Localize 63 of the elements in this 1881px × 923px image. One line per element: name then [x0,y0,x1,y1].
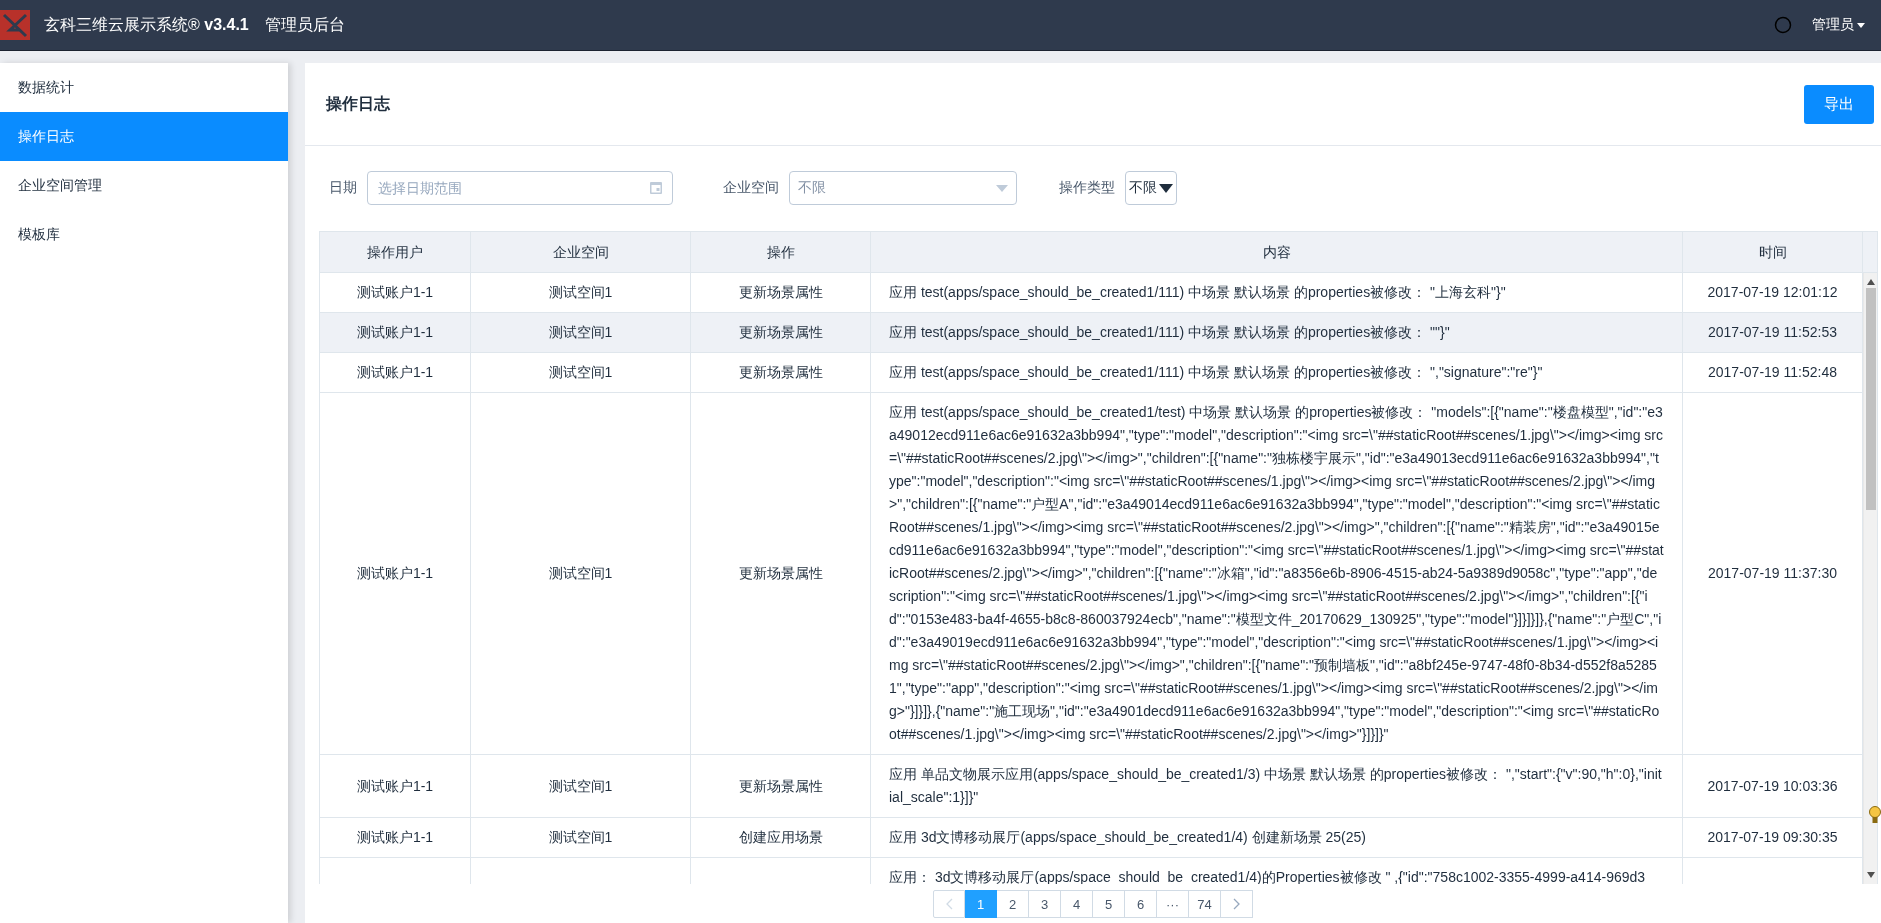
table-row[interactable]: 测试账户1-1 测试空间1 更新场景属性 应用 test(apps/space_should_be_created1/111) 中场景 默认场景 的properties被修改： ""}" 2017-07-19 11:52:53 [320,313,1863,353]
caret-icon [1857,22,1865,28]
table-row[interactable]: 测试账户1-1 测试空间1 更新场景属性 应用 test(apps/space_should_be_created1/111) 中场景 默认场景 的properties被修改： ","signature":"re"}" 2017-07-19 11:52:48 [320,353,1863,393]
table-cell: 测试账户1-1 [320,393,471,754]
table-cell: 更新场景属性 [691,273,871,312]
table-cell: 更新场景属性 [691,393,871,754]
table-cell: 测试空间1 [471,755,691,817]
date-range-field[interactable]: 选择日期范围 [367,171,673,205]
table-cell: 创建应用场景 [691,818,871,857]
scrollbar[interactable] [1863,273,1877,884]
page-button[interactable]: 4 [1061,890,1093,918]
table-cell: 测试账户1-1 [320,273,471,312]
dropdown-arrow-icon [1159,183,1173,193]
scroll-down-icon[interactable] [1866,872,1875,878]
column-header: 内容 [871,232,1683,272]
chevron-right-icon [1233,898,1240,910]
table-cell: 测试空间1 [471,393,691,754]
table-cell: 应用 3d文博移动展厅(apps/space_should_be_created1/4) 创建新场景 25(25) [871,818,1683,857]
table-cell: 应用 test(apps/space_should_be_created1/111) 中场景 默认场景 的properties被修改： "上海玄科"}" [871,273,1683,312]
table-cell: 应用 test(apps/space_should_be_created1/111) 中场景 默认场景 的properties被修改： ""}" [871,313,1683,352]
table-cell: 应用 单品文物展示应用(apps/space_should_be_created1/3) 中场景 默认场景 的properties被修改： ","start":{"v":90,"h":0},"initial_scale":1}]}" [871,755,1683,817]
table-cell: 更新场景属性 [691,353,871,392]
table-row[interactable] [320,393,1863,755]
app-subtitle: 管理员后台 [264,14,345,35]
calendar-icon [649,181,663,195]
user-menu[interactable]: 管理员 [1812,16,1865,34]
filter-label: 日期 [329,179,357,197]
table-cell: 测试空间1 [471,353,691,392]
column-header: 操作用户 [320,232,471,272]
scroll-up-icon[interactable] [1866,279,1875,285]
table-cell: 测试空间1 [471,313,691,352]
table-cell: 应用 test(apps/space_should_be_created1/test) 中场景 默认场景 的properties被修改： "models":[{"name":"楼盘模型","id":"e3a49012ecd911e6ac6e91632a3bb994","type":"model","description":"<img src=\"##staticRoot##scenes/1.jpg\"></img><img src=\"##staticRoot##scenes/2.jpg\"></img>","children":[{"name":"独栋楼宇展示","id":"e3a49013ecd911e6ac6e91632a3bb994","type":"model","description":"<img src=\"##staticRoot##scenes/1.jpg\"></img><img src=\"##staticRoot##scenes/2.jpg\"></img>","children":[{"name":"户型A","id":"e3a49014ecd911e6ac6e91632a3bb994","type":"model","description":"<img src=\"##staticRoot##scenes/1.jpg\"></img><img src=\"##staticRoot##scenes/2.jpg\"></img>","children":[{"name":"精装房","id":"e3a49015ecd911e6ac6e91632a3bb994","type":"model","description":"<img src=\"##staticRoot##scenes/1.jpg\"></img><img src=\"##staticRoot##scenes/2.jpg\"></img>","children":[{"name":"冰箱","id":"a8356e6b-8906-4515-ab24-5a9389d9058c","type":"app","description":"<img src=\"##staticRoot##scenes/1.jpg\"></img><img src=\"##staticRoot##scenes/2.jpg\"></img>","children":[{"id":"0153e483-ba4f-4655-b8c8-860037924ecb","name":"模型文件_20170629_130925","type":"model"}]}]}]},{"name":"户型C","id":"e3a49019ecd911e6ac6e91632a3bb994","type":"model","description":"<img src=\"##staticRoot##scenes/1.jpg\"></img><img src=\"##staticRoot##scenes/2.jpg\"></img>","children":[{"name":"预制墙板","id":"a8bf245e-9747-48f0-8b34-d552f8a52851","type":"app","description":"<img src=\"##staticRoot##scenes/1.jpg\"></img><img src=\"##staticRoot##scenes/2.jpg\"></img>"}]}]},{"name":"施工现场","id":"e3a4901decd911e6ac6e91632a3bb994","type":"model","description":"<img src=\"##staticRoot##scenes/1.jpg\"></img><img src=\"##staticRoot##scenes/2.jpg\"></img>"}]}]}" [871,393,1683,754]
filter-label: 操作类型 [1059,179,1115,197]
sidebar-item[interactable]: 企业空间管理 [0,161,288,210]
dropdown-arrow-icon [996,184,1008,192]
sidebar-item[interactable]: 数据统计 [0,63,288,112]
page-button[interactable]: ··· [1157,890,1189,918]
page-button[interactable]: 6 [1125,890,1157,918]
page-button[interactable]: 2 [997,890,1029,918]
column-header: 企业空间 [471,232,691,272]
type-select[interactable]: 不限 [1125,171,1177,205]
table-cell: 测试账户1-1 [320,755,471,817]
filter-label: 企业空间 [723,179,779,197]
page-title: 操作日志 [326,93,390,114]
sidebar-item[interactable]: 模板库 [0,210,288,259]
table-cell: 测试账户1-1 [320,818,471,857]
table-cell: 测试账户1-1 [320,353,471,392]
app-title: 玄科三维云展示系统® v3.4.1 [44,14,249,35]
column-header: 操作 [691,232,871,272]
table-cell: 测试空间1 [471,818,691,857]
table-cell: 测试账户1-1 [320,313,471,352]
page-button[interactable]: 5 [1093,890,1125,918]
table-row[interactable]: 测试账户1-1 测试空间1 更新场景属性 应用 单品文物展示应用(apps/space_should_be_created1/3) 中场景 默认场景 的properties被修改： ","start":{"v":90,"h":0},"initial_scale":1}]}" 2017-07-19 10:03:36 [320,755,1863,818]
table-cell: 更新场景属性 [691,755,871,817]
chevron-left-icon [945,898,953,910]
page-button[interactable]: 74 [1189,890,1221,918]
table-row[interactable]: 测试账户1-1 测试空间1 创建应用场景 应用 3d文博移动展厅(apps/space_should_be_created1/4) 创建新场景 25(25) 2017-07-19 09:30:35 [320,818,1863,858]
table-cell: 测试空间1 [471,273,691,312]
table-cell: 更新场景属性 [691,313,871,352]
page-button[interactable]: 3 [1029,890,1061,918]
column-header: 时间 [1683,232,1863,272]
table-cell: 应用 test(apps/space_should_be_created1/111) 中场景 默认场景 的properties被修改： ","signature":"re"}" [871,353,1683,392]
bulb-icon[interactable] [1869,806,1881,824]
